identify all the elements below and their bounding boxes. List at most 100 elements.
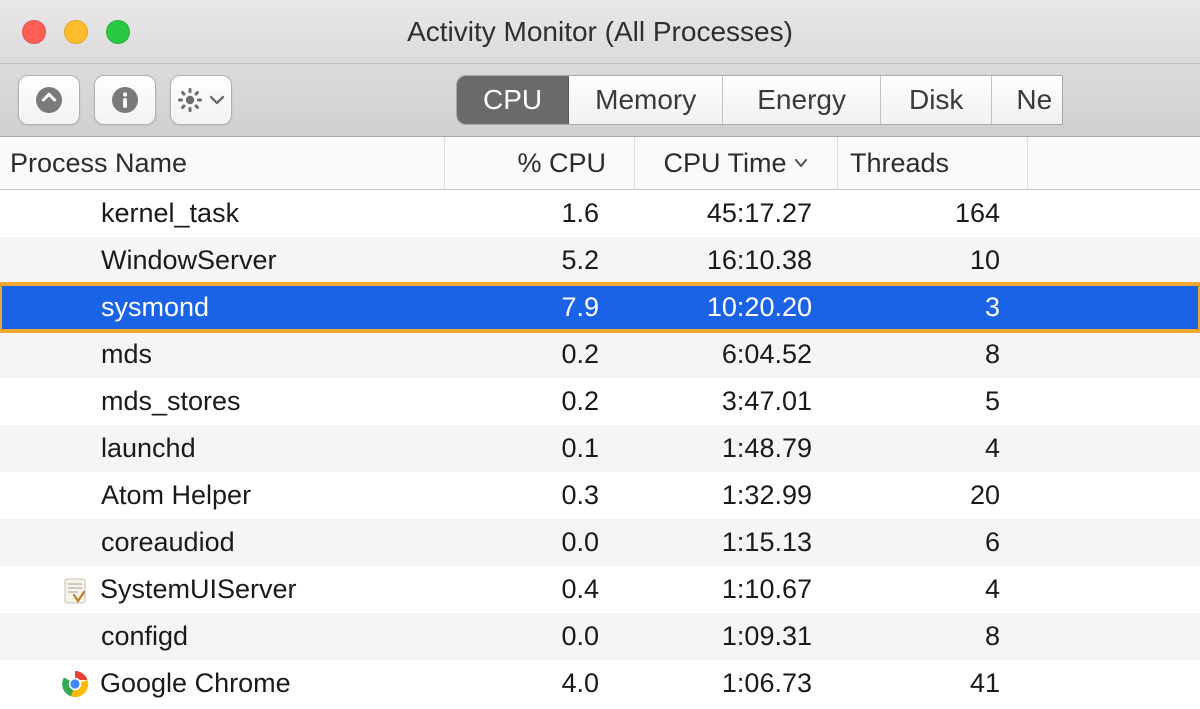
column-header-cpu-percent[interactable]: % CPU: [445, 137, 635, 189]
chrome-icon: [60, 669, 90, 699]
cell-cpu-percent: 0.4: [445, 566, 635, 613]
cell-cpu-percent: 4.0: [445, 660, 635, 707]
window-title: Activity Monitor (All Processes): [407, 16, 793, 48]
column-label: Process Name: [10, 148, 187, 179]
threads-value: 3: [985, 292, 1000, 323]
threads-value: 4: [985, 574, 1000, 605]
threads-value: 8: [985, 339, 1000, 370]
cell-threads: 4: [838, 566, 1028, 613]
window-zoom-button[interactable]: [106, 20, 130, 44]
tab-network[interactable]: Ne: [992, 76, 1062, 124]
table-row[interactable]: Atom Helper 0.3 1:32.99 20: [0, 472, 1200, 519]
stop-process-button[interactable]: [18, 75, 80, 125]
cell-cpu-percent: 0.2: [445, 378, 635, 425]
cpu-percent-value: 0.2: [561, 386, 599, 417]
gear-icon: [177, 87, 203, 113]
cell-cpu-percent: 5.2: [445, 237, 635, 284]
table-row[interactable]: WindowServer 5.2 16:10.38 10: [0, 237, 1200, 284]
table-row[interactable]: configd0.01:09.318: [0, 613, 1200, 660]
threads-value: 41: [970, 668, 1000, 699]
resource-tabs: CPU Memory Energy Disk Ne: [456, 75, 1063, 125]
cpu-percent-value: 0.0: [561, 527, 599, 558]
cell-threads: 41: [838, 660, 1028, 707]
tab-label: Energy: [757, 84, 846, 116]
cell-process-name: Google Chrome: [0, 660, 445, 707]
cell-process-name: SystemUIServer: [0, 566, 445, 613]
process-name-label: coreaudiod: [101, 527, 235, 558]
cpu-percent-value: 0.2: [561, 339, 599, 370]
cell-cpu-time: 6:04.52: [635, 331, 838, 378]
process-name-label: mds_stores: [101, 386, 241, 417]
cell-cpu-time: 16:10.38: [635, 237, 838, 284]
cell-threads: 10: [838, 237, 1028, 284]
info-icon: [111, 86, 139, 114]
cell-process-name: Atom Helper: [0, 472, 445, 519]
traffic-lights: [0, 20, 130, 44]
tab-label: CPU: [483, 84, 542, 116]
tab-disk[interactable]: Disk: [881, 76, 992, 124]
table-row[interactable]: mds 0.2 6:04.52 8: [0, 331, 1200, 378]
table-row[interactable]: kernel_task1.645:17.27164: [0, 190, 1200, 237]
cell-process-name: mds: [0, 331, 445, 378]
inspect-process-button[interactable]: [94, 75, 156, 125]
table-row[interactable]: coreaudiod0.01:15.136: [0, 519, 1200, 566]
table-row[interactable]: SystemUIServer 0.4 1:10.67 4: [0, 566, 1200, 613]
tab-label: Memory: [595, 84, 696, 116]
tab-energy[interactable]: Energy: [723, 76, 881, 124]
cell-cpu-time: 45:17.27: [635, 190, 838, 237]
process-table-body: kernel_task1.645:17.27164WindowServer5.2…: [0, 190, 1200, 707]
process-name-label: mds: [101, 339, 152, 370]
process-name-label: launchd: [101, 433, 196, 464]
stop-icon: [35, 86, 63, 114]
tab-label: Disk: [909, 84, 963, 116]
cpu-time-value: 10:20.20: [707, 292, 812, 323]
cell-process-name: mds_stores: [0, 378, 445, 425]
cell-cpu-percent: 0.0: [445, 613, 635, 660]
threads-value: 6: [985, 527, 1000, 558]
column-header-cpu-time[interactable]: CPU Time: [635, 137, 838, 189]
cpu-percent-value: 4.0: [561, 668, 599, 699]
cpu-time-value: 3:47.01: [722, 386, 812, 417]
cell-threads: 6: [838, 519, 1028, 566]
settings-menu-button[interactable]: [170, 75, 232, 125]
tab-memory[interactable]: Memory: [569, 76, 723, 124]
cell-threads: 5: [838, 378, 1028, 425]
table-row[interactable]: Google Chrome 4.0 1:06.73 41: [0, 660, 1200, 707]
cell-threads: 8: [838, 331, 1028, 378]
tab-cpu[interactable]: CPU: [457, 76, 569, 124]
column-header-process-name[interactable]: Process Name: [0, 137, 445, 189]
cell-cpu-time: 1:10.67: [635, 566, 838, 613]
threads-value: 4: [985, 433, 1000, 464]
table-row[interactable]: mds_stores 0.2 3:47.01 5: [0, 378, 1200, 425]
cell-cpu-percent: 0.0: [445, 519, 635, 566]
cpu-time-value: 1:10.67: [722, 574, 812, 605]
cell-process-name: configd: [0, 613, 445, 660]
cpu-percent-value: 5.2: [561, 245, 599, 276]
cpu-time-value: 1:06.73: [722, 668, 812, 699]
cell-cpu-percent: 0.3: [445, 472, 635, 519]
cpu-time-value: 1:09.31: [722, 621, 812, 652]
cpu-time-value: 16:10.38: [707, 245, 812, 276]
table-row[interactable]: launchd0.11:48.794: [0, 425, 1200, 472]
cpu-percent-value: 1.6: [561, 198, 599, 229]
titlebar: Activity Monitor (All Processes): [0, 0, 1200, 64]
table-row[interactable]: sysmond 7.9 10:20.20 3: [0, 284, 1200, 331]
cell-cpu-time: 3:47.01: [635, 378, 838, 425]
process-name-label: sysmond: [101, 292, 209, 323]
cell-cpu-percent: 0.2: [445, 331, 635, 378]
process-name-label: WindowServer: [101, 245, 277, 276]
threads-value: 10: [970, 245, 1000, 276]
toolbar: CPU Memory Energy Disk Ne: [0, 64, 1200, 137]
chevron-down-icon: [209, 92, 225, 108]
cell-cpu-percent: 7.9: [445, 284, 635, 331]
cpu-percent-value: 0.4: [561, 574, 599, 605]
window-close-button[interactable]: [22, 20, 46, 44]
window-minimize-button[interactable]: [64, 20, 88, 44]
cpu-time-value: 1:32.99: [722, 480, 812, 511]
process-name-label: Atom Helper: [101, 480, 251, 511]
systemui-icon: [60, 575, 90, 605]
process-name-label: Google Chrome: [100, 668, 291, 699]
column-header-threads[interactable]: Threads: [838, 137, 1028, 189]
threads-value: 20: [970, 480, 1000, 511]
cpu-time-value: 1:48.79: [722, 433, 812, 464]
